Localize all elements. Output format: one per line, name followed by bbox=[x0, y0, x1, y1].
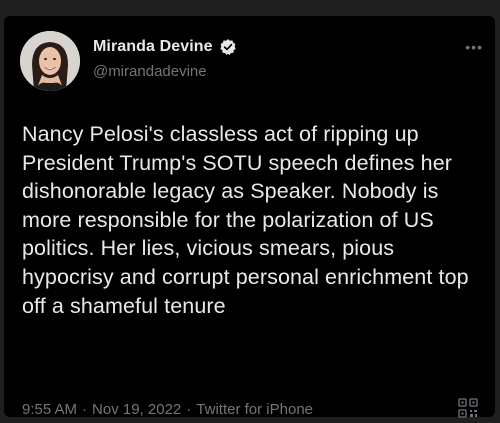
more-options-icon[interactable]: ••• bbox=[465, 40, 483, 54]
meta-separator: · bbox=[186, 401, 192, 418]
author-handle[interactable]: @mirandadevine bbox=[93, 63, 207, 80]
qr-code-icon[interactable] bbox=[457, 397, 479, 419]
screenshot-backdrop: Miranda Devine @mirandadevine ••• Nancy … bbox=[0, 0, 500, 423]
avatar-image bbox=[20, 31, 80, 91]
tweet-card[interactable]: Miranda Devine @mirandadevine ••• Nancy … bbox=[4, 16, 495, 419]
tweet-date[interactable]: Nov 19, 2022 bbox=[92, 401, 181, 418]
avatar[interactable] bbox=[20, 31, 80, 91]
tweet-source[interactable]: Twitter for iPhone bbox=[196, 401, 313, 418]
tweet-time[interactable]: 9:55 AM bbox=[22, 401, 77, 418]
verified-badge-icon bbox=[220, 39, 236, 56]
tweet-text: Nancy Pelosi's classless act of ripping … bbox=[22, 122, 469, 318]
author-name-row[interactable]: Miranda Devine bbox=[93, 38, 237, 56]
meta-separator: · bbox=[82, 401, 88, 418]
tweet-metadata: 9:55 AM · Nov 19, 2022 · Twitter for iPh… bbox=[22, 401, 313, 418]
author-display-name[interactable]: Miranda Devine bbox=[93, 38, 213, 56]
